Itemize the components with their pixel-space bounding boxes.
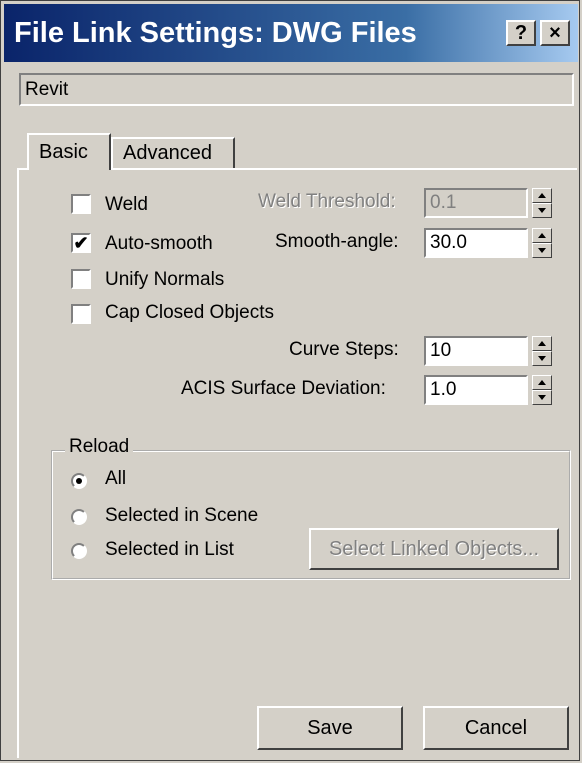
smooth-angle-label: Smooth-angle: <box>275 231 399 252</box>
auto-smooth-label: Auto-smooth <box>105 233 213 254</box>
weld-threshold-label: Weld Threshold: <box>258 191 396 212</box>
curve-steps-input[interactable]: 10 <box>424 336 528 366</box>
tab-advanced[interactable]: Advanced <box>111 137 235 170</box>
reload-group-label: Reload <box>65 436 134 458</box>
reload-selected-in-scene-radio[interactable] <box>71 509 87 525</box>
reload-selected-in-list-label: Selected in List <box>105 539 234 560</box>
tab-basic[interactable]: Basic <box>27 133 111 170</box>
smooth-angle-input[interactable]: 30.0 <box>424 228 528 258</box>
title-bar[interactable]: File Link Settings: DWG Files ? × <box>4 4 578 62</box>
reload-all-label: All <box>105 468 127 489</box>
unify-normals-checkbox[interactable] <box>71 269 91 289</box>
cap-closed-objects-checkbox[interactable] <box>71 304 91 324</box>
close-button[interactable]: × <box>540 20 570 46</box>
save-button[interactable]: Save <box>257 706 403 750</box>
acis-surface-deviation-input[interactable]: 1.0 <box>424 375 528 405</box>
cap-closed-objects-label: Cap Closed Objects <box>105 302 274 323</box>
link-path-field[interactable]: Revit <box>19 73 574 106</box>
weld-checkbox[interactable] <box>71 194 91 214</box>
curve-steps-spinner[interactable] <box>532 336 552 366</box>
cancel-button[interactable]: Cancel <box>423 706 569 750</box>
acis-surface-deviation-label: ACIS Surface Deviation: <box>181 378 386 399</box>
help-button[interactable]: ? <box>506 20 536 46</box>
reload-selected-in-scene-label: Selected in Scene <box>105 505 259 526</box>
weld-threshold-spinner <box>532 188 552 218</box>
weld-threshold-input: 0.1 <box>424 188 528 218</box>
acis-surface-deviation-spinner[interactable] <box>532 375 552 405</box>
window-title: File Link Settings: DWG Files <box>14 17 417 49</box>
auto-smooth-checkbox[interactable]: ✔ <box>71 233 91 253</box>
curve-steps-label: Curve Steps: <box>289 339 399 360</box>
reload-selected-in-list-radio[interactable] <box>71 543 87 559</box>
weld-label: Weld <box>105 194 148 215</box>
smooth-angle-spinner[interactable] <box>532 228 552 258</box>
file-link-settings-dialog: File Link Settings: DWG Files ? × Revit … <box>0 0 580 761</box>
select-linked-objects-button[interactable]: Select Linked Objects... <box>309 528 559 570</box>
unify-normals-label: Unify Normals <box>105 269 225 290</box>
reload-all-radio[interactable] <box>71 473 87 489</box>
